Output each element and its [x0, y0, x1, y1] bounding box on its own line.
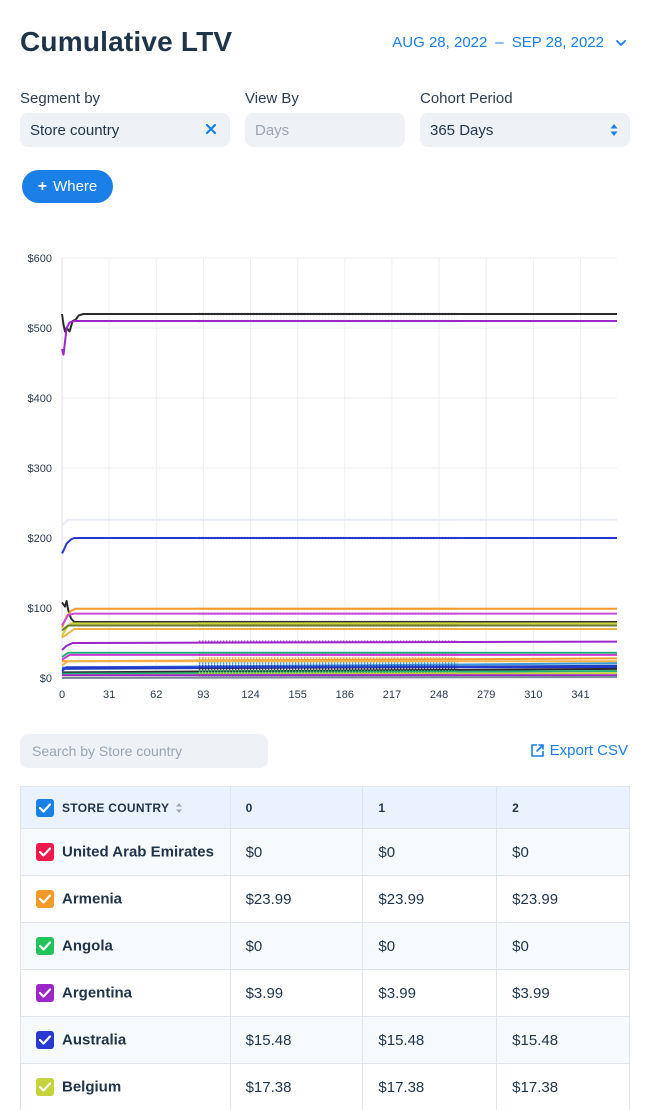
x-tick-label: 31: [103, 689, 115, 701]
date-separator: –: [495, 34, 504, 51]
x-tick-label: 93: [197, 689, 209, 701]
value-cell: $15.48: [229, 1016, 364, 1064]
segment-by-label: Segment by: [20, 90, 101, 107]
x-tick-label: 217: [383, 689, 401, 701]
x-tick-label: 0: [59, 689, 65, 701]
date-end: SEP 28, 2022: [511, 34, 604, 51]
value-cell: $0: [229, 828, 364, 876]
view-by-label: View By: [245, 90, 299, 107]
x-tick-label: 124: [241, 689, 259, 701]
row-checkbox[interactable]: [36, 1078, 54, 1097]
export-icon: [530, 744, 544, 757]
value-cell: $17.38: [362, 1063, 498, 1110]
table-row: Australia $15.48 $15.48 $15.48: [20, 1016, 630, 1064]
where-button-label: Where: [53, 178, 98, 195]
country-cell: Argentina: [20, 969, 231, 1017]
header-day-2: 2: [496, 786, 630, 829]
value-cell: $23.99: [229, 875, 364, 923]
segment-by-select[interactable]: Store country: [20, 113, 230, 147]
table-row: Armenia $23.99 $23.99 $23.99: [20, 875, 630, 923]
y-tick-label: $200: [28, 533, 52, 545]
date-start: AUG 28, 2022: [392, 34, 488, 51]
y-tick-label: $400: [28, 393, 52, 405]
cohort-period-select[interactable]: 365 Days: [420, 113, 630, 147]
value-cell: $0: [362, 922, 498, 970]
y-tick-label: $500: [28, 323, 52, 335]
select-all-checkbox[interactable]: [36, 798, 54, 817]
country-name: Angola: [62, 937, 113, 955]
value-cell: $0: [496, 828, 630, 876]
value-cell: $3.99: [362, 969, 498, 1017]
country-name: Argentina: [62, 984, 133, 1002]
y-tick-label: $300: [28, 463, 52, 475]
view-by-placeholder: Days: [255, 121, 290, 139]
value-cell: $3.99: [496, 969, 630, 1017]
page-title: Cumulative LTV: [20, 26, 233, 57]
header-store-country[interactable]: STORE COUNTRY: [20, 786, 231, 829]
row-checkbox[interactable]: [36, 1031, 54, 1050]
header-day-1: 1: [362, 786, 498, 829]
series-line-22[interactable]: [61, 675, 618, 679]
country-name: United Arab Emirates: [62, 843, 214, 861]
date-range-picker[interactable]: AUG 28, 2022 – SEP 28, 2022: [392, 34, 626, 51]
table-header-row: STORE COUNTRY 0 1 2: [20, 786, 630, 829]
cohort-period-label: Cohort Period: [420, 90, 513, 107]
table-row: United Arab Emirates $0 $0 $0: [20, 828, 630, 876]
row-checkbox[interactable]: [36, 984, 54, 1003]
value-cell: $23.99: [362, 875, 498, 923]
y-tick-label: $600: [28, 253, 52, 265]
value-cell: $3.99: [229, 969, 364, 1017]
cohort-period-value: 365 Days: [430, 121, 494, 139]
country-name: Belgium: [62, 1078, 122, 1096]
x-tick-label: 62: [150, 689, 162, 701]
row-checkbox[interactable]: [36, 843, 54, 862]
y-tick-label: $0: [40, 673, 52, 685]
export-csv-button[interactable]: Export CSV: [530, 742, 628, 759]
country-cell: Australia: [20, 1016, 231, 1064]
segment-by-value: Store country: [30, 121, 120, 139]
plus-icon: +: [37, 177, 48, 195]
country-cell: Armenia: [20, 875, 231, 923]
export-csv-label: Export CSV: [549, 742, 628, 759]
x-tick-label: 155: [289, 689, 307, 701]
value-cell: $17.38: [496, 1063, 630, 1110]
country-name: Armenia: [62, 890, 123, 908]
x-tick-label: 279: [477, 689, 495, 701]
x-tick-label: 310: [524, 689, 542, 701]
country-name: Australia: [62, 1031, 127, 1049]
value-cell: $15.48: [496, 1016, 630, 1064]
cohort-table: STORE COUNTRY 0 1 2 United Arab Emirates…: [20, 786, 630, 1110]
value-cell: $23.99: [496, 875, 630, 923]
x-tick-label: 341: [571, 689, 589, 701]
chevron-down-icon: [616, 39, 626, 46]
table-row: Belgium $17.38 $17.38 $17.38: [20, 1063, 630, 1110]
x-tick-label: 248: [430, 689, 448, 701]
clear-icon[interactable]: [204, 122, 218, 136]
x-tick-label: 186: [336, 689, 354, 701]
country-cell: Angola: [20, 922, 231, 970]
view-by-select[interactable]: Days: [245, 113, 405, 147]
table-row: Angola $0 $0 $0: [20, 922, 630, 970]
row-checkbox[interactable]: [36, 890, 54, 909]
header-day-0: 0: [229, 786, 364, 829]
value-cell: $0: [229, 922, 364, 970]
table-row: Argentina $3.99 $3.99 $3.99: [20, 969, 630, 1017]
value-cell: $17.38: [229, 1063, 364, 1110]
add-where-button[interactable]: + Where: [22, 170, 113, 203]
country-cell: United Arab Emirates: [20, 828, 231, 876]
row-checkbox[interactable]: [36, 937, 54, 956]
value-cell: $15.48: [362, 1016, 498, 1064]
select-arrows-icon: [610, 124, 618, 136]
value-cell: $0: [362, 828, 498, 876]
search-input[interactable]: [20, 734, 268, 768]
y-tick-label: $100: [28, 603, 52, 615]
ltv-line-chart: $0 $100 $200 $300 $400 $500 $600 0 31 62 93 124 155 1…: [28, 253, 618, 701]
header-label: STORE COUNTRY: [62, 800, 170, 815]
sort-icon[interactable]: [175, 802, 183, 814]
country-cell: Belgium: [20, 1063, 231, 1110]
value-cell: $0: [496, 922, 630, 970]
